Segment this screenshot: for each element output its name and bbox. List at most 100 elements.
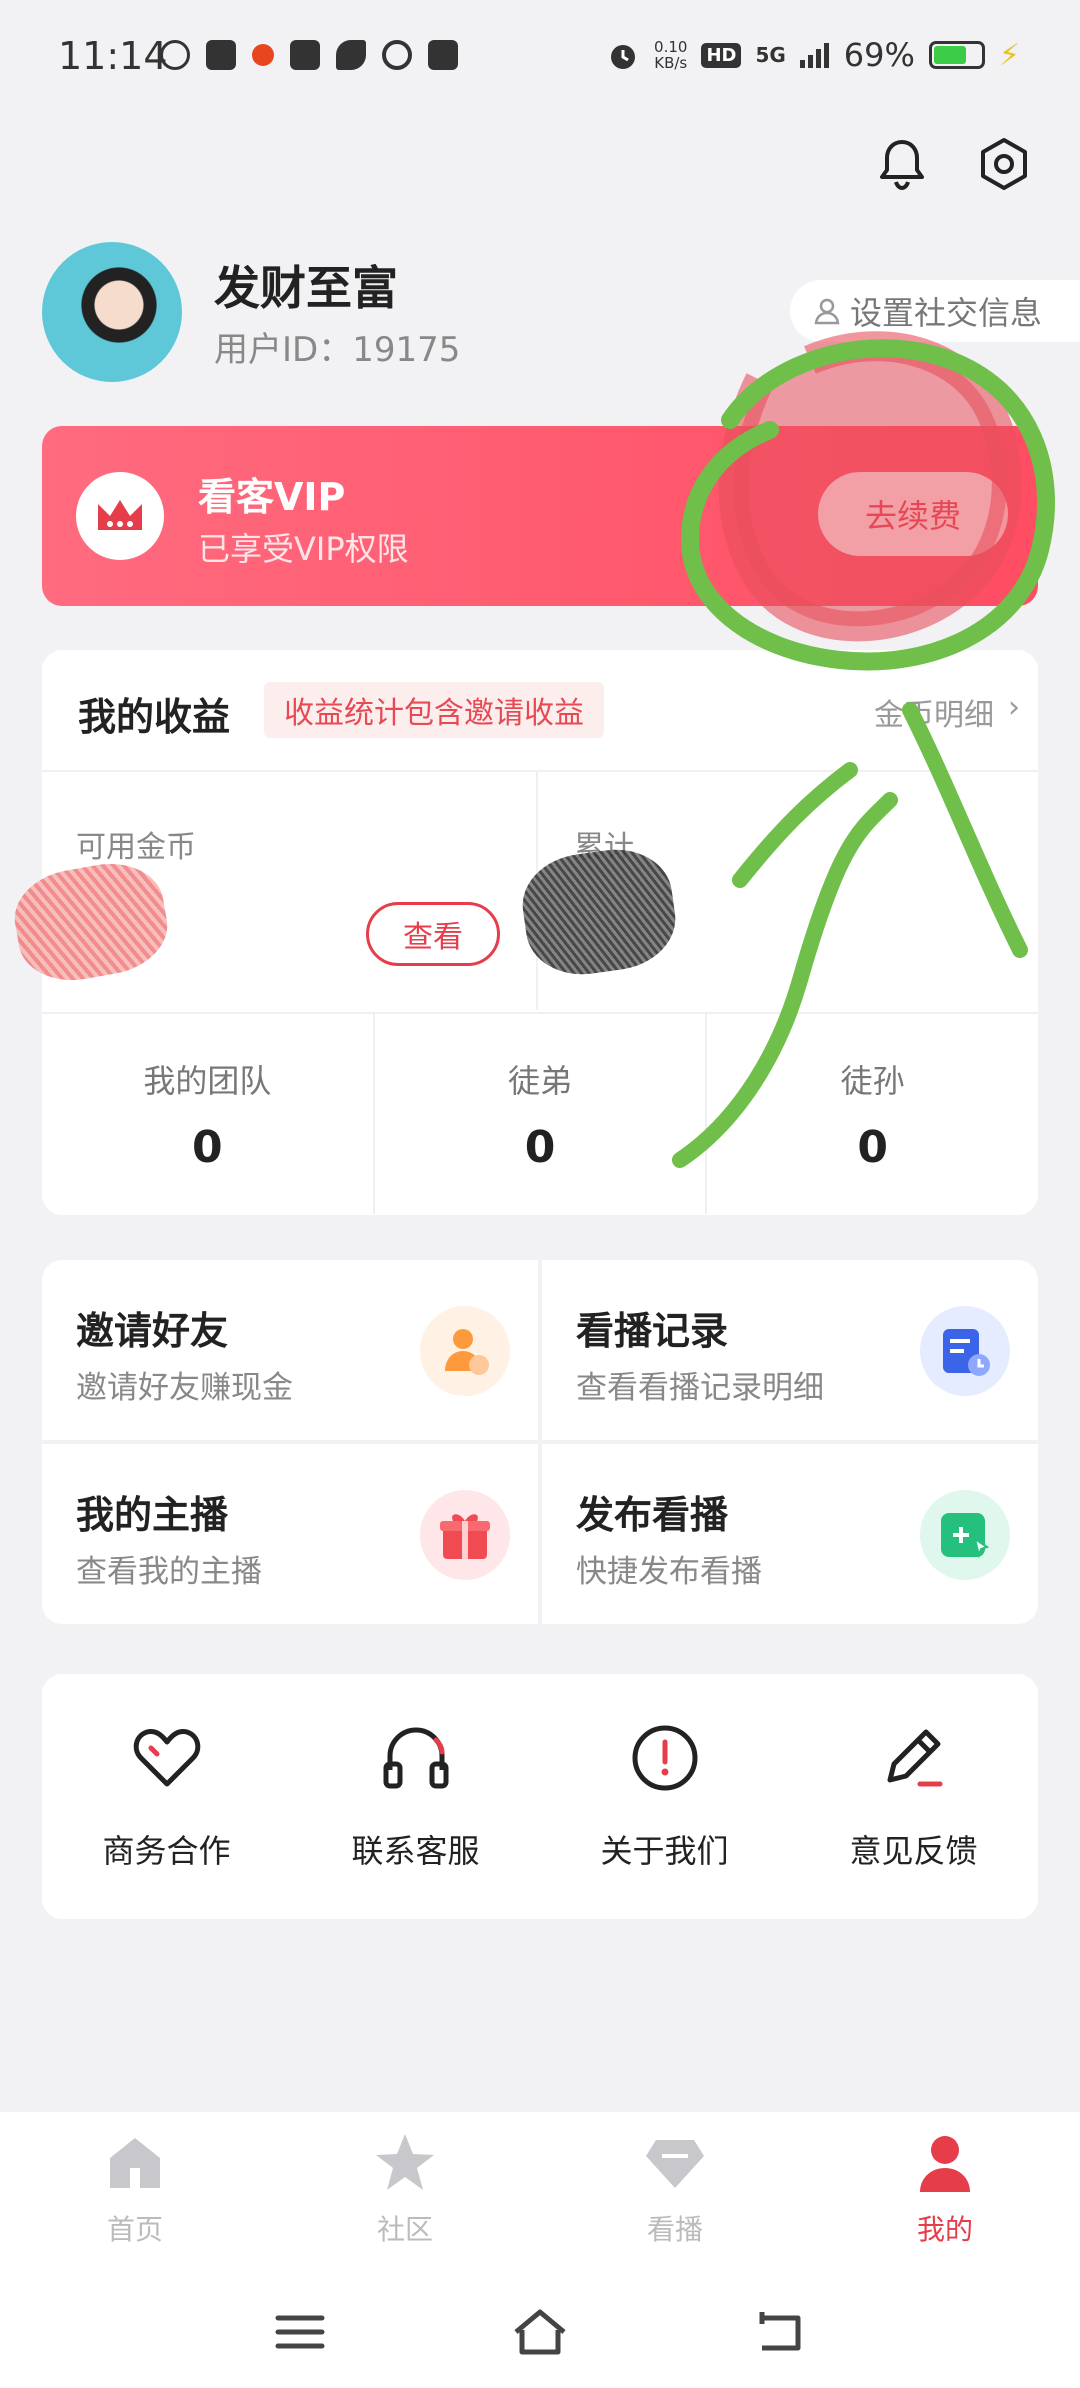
feature-subtitle: 查看看播记录明细 [576,1370,824,1406]
team-stats: 我的团队 0 徒弟 0 徒孙 0 [42,1012,1038,1214]
nav-community[interactable]: 社区 [270,2112,540,2276]
feature-subtitle: 快捷发布看播 [576,1554,762,1590]
user-id: 用户ID：19175 [214,330,461,370]
tiktok-icon [160,40,190,70]
status-time: 11:14 [58,34,168,78]
available-coins-label: 可用金币 [76,830,196,865]
nav-label: 社区 [376,2213,433,2246]
app-box-icon [428,40,458,70]
feature-title: 我的主播 [76,1493,229,1537]
bird-icon [336,40,366,70]
nickname: 发财至富 [214,261,398,315]
gear-icon [981,138,1027,190]
battery-percent: 69% [843,36,915,74]
redacted-scribble [516,842,682,982]
search-app-icon [382,40,412,70]
social-info-label: 设置社交信息 [850,294,1043,332]
publish-watch-card[interactable]: 发布看播 快捷发布看播 [542,1444,1038,1624]
home-system-icon[interactable] [510,2304,570,2360]
feature-grid: 邀请好友 邀请好友赚现金 看播记录 查看看播记录明细 我的主播 查看我的主播 发… [42,1260,1038,1628]
vip-card: 看客VIP 已享受VIP权限 去续费 [42,426,1038,606]
back-icon[interactable] [750,2304,810,2360]
business-cooperation-button[interactable]: 商务合作 [42,1674,291,1919]
earnings-card: 我的收益 收益统计包含邀请收益 金币明细 › 可用金币 查看 累计 我的团队 0… [7,650,1038,1215]
person-icon [920,2136,970,2192]
team-stat-grand-disciple[interactable]: 徒孙 0 [707,1014,1038,1214]
social-info-button[interactable]: 设置社交信息 [790,280,1080,342]
nav-watch[interactable]: 看播 [540,2112,810,2276]
settings-button[interactable] [974,134,1034,194]
coin-detail-label: 金币明细 [874,698,994,733]
heart-icon [133,1729,200,1787]
feature-title: 发布看播 [576,1493,729,1537]
team-stat-team[interactable]: 我的团队 0 [42,1014,375,1214]
tools-card: 商务合作 联系客服 关于我们 意见反馈 [42,1674,1038,1919]
feature-title: 邀请好友 [76,1309,229,1353]
invite-friend-icon [420,1306,510,1396]
nav-label: 看播 [646,2213,703,2246]
user-outline-icon [814,298,840,325]
nav-label: 我的 [916,2213,973,2246]
publish-icon [920,1490,1010,1580]
tool-label: 联系客服 [351,1832,480,1870]
status-bar: 11:14 0.10 KB/s HD 5G 69% ⚡ [0,0,1080,120]
vip-title: 看客VIP [198,475,346,519]
info-icon [632,1725,697,1791]
signal-label: 5G [755,43,786,67]
bottom-nav: 首页 社区 看播 我的 [0,2112,1080,2276]
team-stat-label: 我的团队 [143,1062,272,1100]
chevron-right-icon: › [1008,690,1020,725]
charging-icon: ⚡ [998,37,1020,73]
pencil-icon [887,1729,942,1787]
tool-label: 商务合作 [102,1832,231,1870]
signal-icon [799,43,829,68]
star-icon [376,2134,434,2190]
available-coins: 可用金币 查看 [7,772,538,1010]
invite-friends-card[interactable]: 邀请好友 邀请好友赚现金 [42,1260,538,1440]
battery-icon [928,41,985,69]
feature-title: 看播记录 [576,1309,729,1353]
team-stat-label: 徒孙 [840,1062,905,1100]
crown-badge [76,472,164,560]
alarm-icon [611,45,636,69]
feedback-button[interactable]: 意见反馈 [789,1674,1038,1919]
gift-icon [420,1490,510,1580]
team-stat-disciple[interactable]: 徒弟 0 [375,1014,708,1214]
crown-icon [98,500,142,530]
team-stat-value: 0 [857,1122,888,1173]
feature-subtitle: 查看我的主播 [76,1554,262,1590]
nav-label: 首页 [106,2213,163,2246]
watch-history-icon [920,1306,1010,1396]
about-us-button[interactable]: 关于我们 [540,1674,789,1919]
bell-icon [880,140,924,191]
tool-label: 关于我们 [600,1832,729,1870]
avatar[interactable] [42,242,182,382]
headset-icon [383,1727,448,1789]
notification-button[interactable] [872,134,932,194]
customer-service-button[interactable]: 联系客服 [291,1674,540,1919]
app-dot-icon [252,44,274,66]
redacted-scribble [7,854,175,990]
nav-mine[interactable]: 我的 [810,2112,1080,2276]
earnings-title: 我的收益 [78,695,231,739]
tool-label: 意见反馈 [849,1832,978,1870]
status-right: 0.10 KB/s HD 5G 69% ⚡ [606,36,1020,74]
my-streamers-card[interactable]: 我的主播 查看我的主播 [42,1444,538,1624]
menu-icon[interactable] [270,2304,330,2360]
vip-subtitle: 已享受VIP权限 [198,530,409,568]
team-stat-value: 0 [524,1122,556,1173]
app-icon [206,40,236,70]
notification-icons [160,40,458,70]
total-coins: 累计 [516,772,1038,1010]
net-speed: 0.10 KB/s [654,38,688,72]
nav-home[interactable]: 首页 [0,2112,270,2276]
view-button[interactable]: 查看 [366,902,500,966]
system-nav-bar [0,2276,1080,2388]
earnings-tag: 收益统计包含邀请收益 [264,682,604,738]
diamond-icon [646,2140,704,2188]
team-stat-label: 徒弟 [508,1062,573,1100]
watch-history-card[interactable]: 看播记录 查看看播记录明细 [542,1260,1038,1440]
team-stat-value: 0 [192,1122,223,1173]
renew-button[interactable]: 去续费 [818,472,1008,556]
coin-detail-link[interactable]: 金币明细 › [874,690,1020,734]
